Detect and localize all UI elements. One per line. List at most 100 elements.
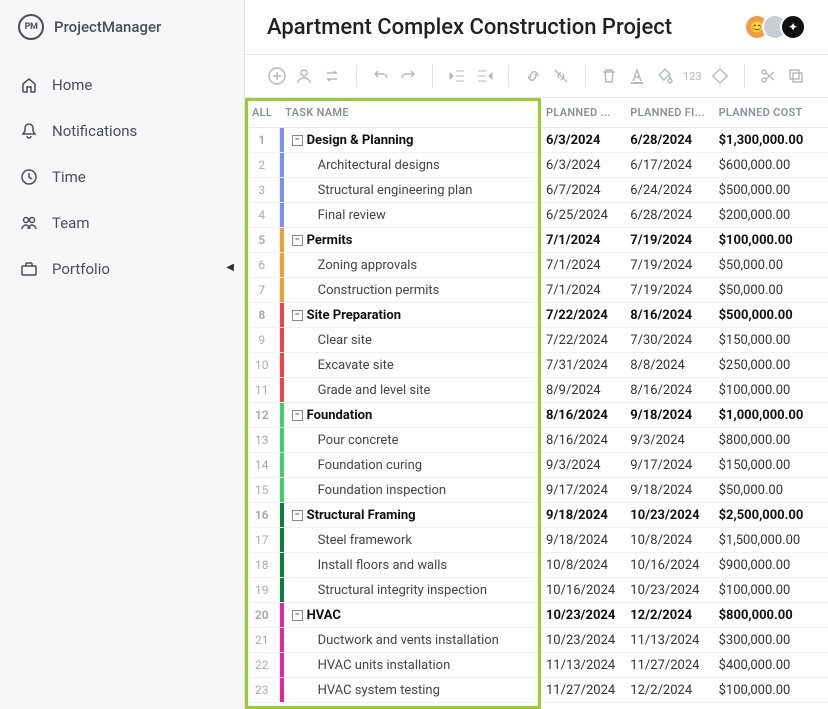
- task-row[interactable]: 23HVAC system testing11/27/202412/2/2024…: [245, 678, 828, 703]
- cut-button[interactable]: [759, 65, 779, 87]
- planned-cost[interactable]: $1,000,000.00: [713, 403, 828, 428]
- column-header-planned-start[interactable]: PLANNED ...: [540, 98, 624, 128]
- task-row[interactable]: 10Excavate site7/31/20248/8/2024$250,000…: [245, 353, 828, 378]
- planned-start[interactable]: 9/3/2024: [540, 453, 624, 478]
- collapse-toggle[interactable]: −: [292, 510, 303, 521]
- collapse-toggle[interactable]: −: [292, 310, 303, 321]
- add-button[interactable]: [267, 65, 287, 87]
- task-name-cell[interactable]: −Foundation: [279, 403, 540, 428]
- task-row[interactable]: 2Architectural designs6/3/20246/17/2024$…: [245, 153, 828, 178]
- planned-finish[interactable]: 9/3/2024: [624, 428, 712, 453]
- planned-start[interactable]: 7/22/2024: [540, 328, 624, 353]
- planned-start[interactable]: 8/16/2024: [540, 403, 624, 428]
- task-name-cell[interactable]: Excavate site: [279, 353, 540, 378]
- planned-finish[interactable]: 10/23/2024: [624, 503, 712, 528]
- task-name-cell[interactable]: Structural integrity inspection: [279, 578, 540, 603]
- task-row[interactable]: 15Foundation inspection9/17/20249/18/202…: [245, 478, 828, 503]
- task-name-cell[interactable]: −Design & Planning: [279, 128, 540, 153]
- planned-start[interactable]: 6/3/2024: [540, 153, 624, 178]
- planned-cost[interactable]: $400,000.00: [713, 653, 828, 678]
- task-name-cell[interactable]: Install floors and walls: [279, 553, 540, 578]
- planned-finish[interactable]: 6/28/2024: [624, 128, 712, 153]
- indent-button[interactable]: [475, 65, 495, 87]
- task-row[interactable]: 11Grade and level site8/9/20248/16/2024$…: [245, 378, 828, 403]
- avatar[interactable]: ✦: [780, 14, 806, 40]
- nav-item-team[interactable]: Team: [0, 200, 244, 246]
- planned-start[interactable]: 6/3/2024: [540, 128, 624, 153]
- collapse-toggle[interactable]: −: [292, 135, 303, 146]
- collapse-sidebar-icon[interactable]: ◀: [226, 262, 234, 273]
- copy-button[interactable]: [786, 65, 806, 87]
- task-row[interactable]: 21Ductwork and vents installation10/23/2…: [245, 628, 828, 653]
- nav-item-portfolio[interactable]: Portfolio: [0, 246, 244, 292]
- column-header-planned-cost[interactable]: PLANNED COST: [713, 98, 828, 128]
- task-name-cell[interactable]: Ductwork and vents installation: [279, 628, 540, 653]
- task-name-cell[interactable]: Construction permits: [279, 278, 540, 303]
- task-row[interactable]: 22HVAC units installation11/13/202411/27…: [245, 653, 828, 678]
- planned-finish[interactable]: 7/19/2024: [624, 278, 712, 303]
- delete-button[interactable]: [599, 65, 619, 87]
- planned-finish[interactable]: 6/28/2024: [624, 203, 712, 228]
- column-header-row-number[interactable]: ALL: [245, 98, 279, 128]
- planned-cost[interactable]: $200,000.00: [713, 203, 828, 228]
- planned-cost[interactable]: $100,000.00: [713, 378, 828, 403]
- task-name-cell[interactable]: Zoning approvals: [279, 253, 540, 278]
- planned-start[interactable]: 9/18/2024: [540, 503, 624, 528]
- planned-finish[interactable]: 10/8/2024: [624, 528, 712, 553]
- brand[interactable]: PM ProjectManager: [0, 0, 244, 54]
- font-color-button[interactable]: [627, 65, 647, 87]
- collapse-toggle[interactable]: −: [292, 235, 303, 246]
- planned-start[interactable]: 7/1/2024: [540, 253, 624, 278]
- task-row[interactable]: 5−Permits7/1/20247/19/2024$100,000.00: [245, 228, 828, 253]
- task-row[interactable]: 13Pour concrete8/16/20249/3/2024$800,000…: [245, 428, 828, 453]
- planned-start[interactable]: 7/1/2024: [540, 228, 624, 253]
- planned-cost[interactable]: $250,000.00: [713, 353, 828, 378]
- undo-button[interactable]: [371, 65, 391, 87]
- task-name-cell[interactable]: −Structural Framing: [279, 503, 540, 528]
- task-row[interactable]: 9Clear site7/22/20247/30/2024$150,000.00: [245, 328, 828, 353]
- planned-start[interactable]: 6/25/2024: [540, 203, 624, 228]
- column-header-planned-finish[interactable]: PLANNED FI...: [624, 98, 712, 128]
- collapse-toggle[interactable]: −: [292, 610, 303, 621]
- planned-start[interactable]: 6/7/2024: [540, 178, 624, 203]
- unlink-button[interactable]: [551, 65, 571, 87]
- planned-cost[interactable]: $600,000.00: [713, 153, 828, 178]
- task-row[interactable]: 8−Site Preparation7/22/20248/16/2024$500…: [245, 303, 828, 328]
- outdent-button[interactable]: [447, 65, 467, 87]
- planned-cost[interactable]: $800,000.00: [713, 428, 828, 453]
- planned-start[interactable]: 10/16/2024: [540, 578, 624, 603]
- planned-cost[interactable]: $100,000.00: [713, 578, 828, 603]
- planned-cost[interactable]: $100,000.00: [713, 228, 828, 253]
- planned-cost[interactable]: $50,000.00: [713, 278, 828, 303]
- assign-button[interactable]: [295, 65, 315, 87]
- task-row[interactable]: 19Structural integrity inspection10/16/2…: [245, 578, 828, 603]
- planned-start[interactable]: 7/31/2024: [540, 353, 624, 378]
- task-name-cell[interactable]: Structural engineering plan: [279, 178, 540, 203]
- planned-finish[interactable]: 7/19/2024: [624, 228, 712, 253]
- planned-start[interactable]: 7/22/2024: [540, 303, 624, 328]
- planned-finish[interactable]: 8/16/2024: [624, 303, 712, 328]
- task-row[interactable]: 3Structural engineering plan6/7/20246/24…: [245, 178, 828, 203]
- fill-button[interactable]: [655, 65, 675, 87]
- task-row[interactable]: 14Foundation curing9/3/20249/17/2024$150…: [245, 453, 828, 478]
- planned-cost[interactable]: $150,000.00: [713, 453, 828, 478]
- planned-cost[interactable]: $1,500,000.00: [713, 528, 828, 553]
- planned-cost[interactable]: $300,000.00: [713, 628, 828, 653]
- task-name-cell[interactable]: HVAC units installation: [279, 653, 540, 678]
- nav-item-time[interactable]: Time: [0, 154, 244, 200]
- shape-button[interactable]: [710, 65, 730, 87]
- avatar-stack[interactable]: 😊 ✦: [752, 14, 806, 40]
- task-name-cell[interactable]: −Site Preparation: [279, 303, 540, 328]
- planned-cost[interactable]: $100,000.00: [713, 678, 828, 703]
- collapse-toggle[interactable]: −: [292, 410, 303, 421]
- planned-finish[interactable]: 9/17/2024: [624, 453, 712, 478]
- task-row[interactable]: 17Steel framework9/18/202410/8/2024$1,50…: [245, 528, 828, 553]
- planned-finish[interactable]: 8/8/2024: [624, 353, 712, 378]
- planned-cost[interactable]: $150,000.00: [713, 328, 828, 353]
- redo-button[interactable]: [399, 65, 419, 87]
- planned-start[interactable]: 10/23/2024: [540, 603, 624, 628]
- column-header-task-name[interactable]: TASK NAME: [279, 98, 540, 128]
- task-name-cell[interactable]: Clear site: [279, 328, 540, 353]
- planned-cost[interactable]: $800,000.00: [713, 603, 828, 628]
- planned-start[interactable]: 7/1/2024: [540, 278, 624, 303]
